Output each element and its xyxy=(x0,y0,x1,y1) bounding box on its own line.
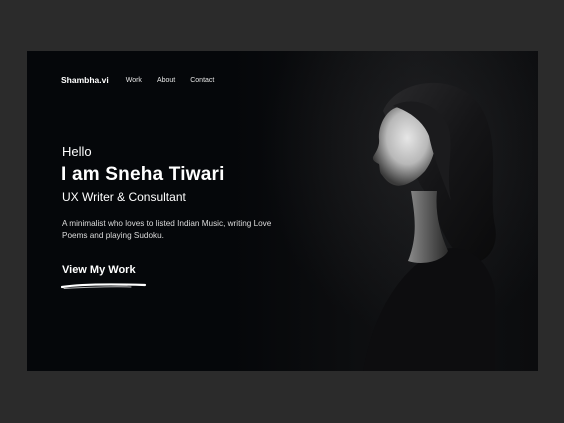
landing-page: Shambha.vi Work About Contact Hello I am… xyxy=(27,51,538,371)
nav-link-about[interactable]: About xyxy=(157,77,175,84)
brand-logo[interactable]: Shambha.vi xyxy=(61,75,109,85)
hero-role: UX Writer & Consultant xyxy=(62,190,186,204)
hero-description: A minimalist who loves to listed Indian … xyxy=(62,219,272,240)
hero-headline: I am Sneha Tiwari xyxy=(61,164,225,185)
top-nav: Shambha.vi Work About Contact xyxy=(61,75,229,85)
nav-link-work[interactable]: Work xyxy=(126,77,142,84)
greeting-text: Hello xyxy=(62,144,92,159)
portrait-image xyxy=(363,82,496,371)
portrait-photo xyxy=(233,51,538,371)
brush-stroke-icon xyxy=(61,283,147,289)
nav-link-contact[interactable]: Contact xyxy=(190,77,214,84)
view-my-work-link[interactable]: View My Work xyxy=(62,264,136,276)
